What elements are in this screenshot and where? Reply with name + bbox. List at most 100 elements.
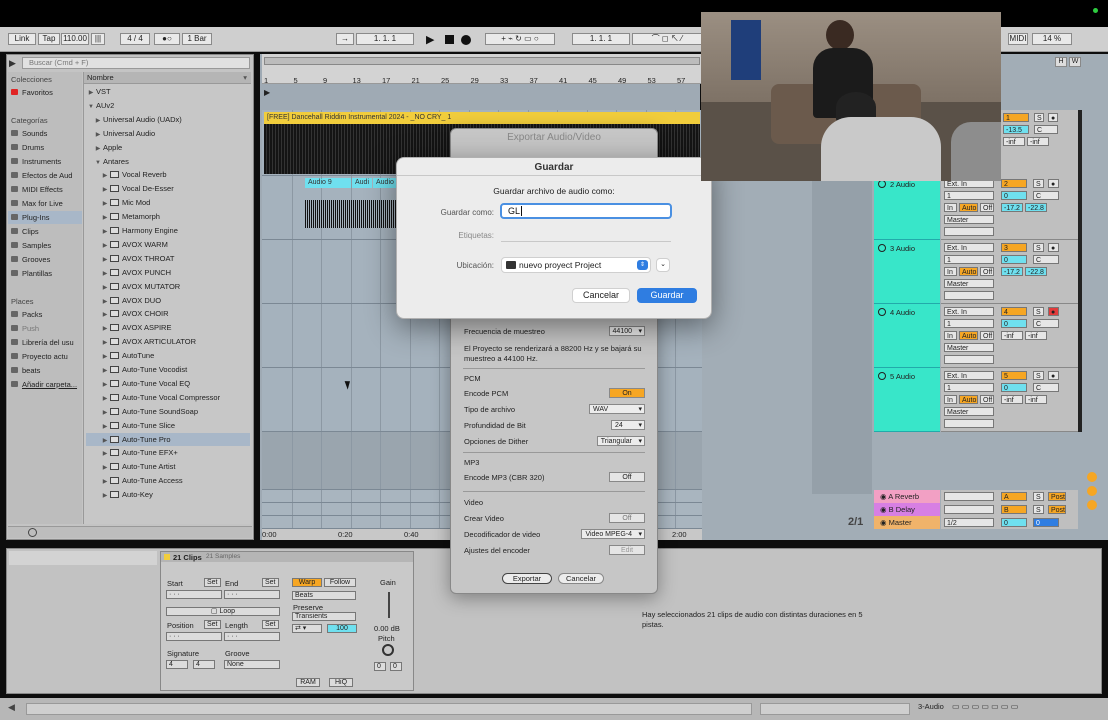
- collapsed-triangle-icon[interactable]: ▶: [100, 462, 110, 474]
- gain-slider[interactable]: [388, 592, 390, 618]
- collapsed-triangle-icon[interactable]: ▶: [93, 129, 103, 141]
- file-item[interactable]: ▶ Auto-Tune Vocal EQ: [86, 377, 250, 391]
- solo-button[interactable]: S: [1033, 492, 1044, 501]
- status-left-icon[interactable]: ◀: [8, 702, 15, 713]
- input-type-select[interactable]: Ext. In: [944, 371, 994, 380]
- input-channel-select[interactable]: 1: [944, 319, 994, 328]
- collapsed-triangle-icon[interactable]: ▶: [100, 198, 110, 210]
- collapsed-triangle-icon[interactable]: ▶: [100, 337, 110, 349]
- file-type-select[interactable]: WAV: [589, 404, 645, 414]
- file-item[interactable]: ▶ AVOX THROAT: [86, 252, 250, 266]
- end-field[interactable]: · · ·: [224, 590, 280, 599]
- file-item[interactable]: ▶ VST: [86, 85, 250, 99]
- file-item[interactable]: ▶ Auto-Tune Vocodist: [86, 363, 250, 377]
- h-toggle[interactable]: H: [1055, 57, 1067, 67]
- name-column-header[interactable]: Nombre ▾: [84, 72, 251, 84]
- output-channel[interactable]: [944, 419, 994, 428]
- file-item[interactable]: ▶ Harmony Engine: [86, 224, 250, 238]
- collapsed-triangle-icon[interactable]: ▶: [100, 212, 110, 224]
- master-output-select[interactable]: 1/2: [944, 518, 994, 527]
- place-current-project[interactable]: Proyecto actu: [11, 350, 81, 363]
- w-toggle[interactable]: W: [1069, 57, 1081, 67]
- file-item[interactable]: ▶ Auto-Tune EFX+: [86, 446, 250, 460]
- sidebar-item-sounds[interactable]: Sounds: [11, 127, 81, 140]
- save-as-input[interactable]: GL: [500, 203, 672, 219]
- browser-toggle-icon[interactable]: ▶: [9, 58, 16, 69]
- sidebar-item-midi-effects[interactable]: MIDI Effects: [11, 183, 81, 196]
- send-a[interactable]: -17.2: [1001, 203, 1023, 212]
- collapsed-triangle-icon[interactable]: ▶: [100, 296, 110, 308]
- loop-button[interactable]: ▢ Loop: [166, 607, 280, 616]
- return-output[interactable]: [944, 505, 994, 514]
- loop-marker-icon[interactable]: ▶: [264, 88, 270, 97]
- metronome-icon[interactable]: |||: [91, 33, 105, 45]
- output-select[interactable]: Master: [944, 215, 994, 224]
- sidebar-item-plug-ins[interactable]: Plug-Ins: [8, 211, 82, 224]
- collapsed-triangle-icon[interactable]: ▶: [93, 115, 103, 127]
- file-item[interactable]: ▶ Auto-Tune Access: [86, 474, 250, 488]
- file-item[interactable]: ▶ Vocal Reverb: [86, 168, 250, 182]
- record-mode-icon[interactable]: ●○: [154, 33, 180, 45]
- file-item[interactable]: ▶ Apple: [86, 141, 250, 155]
- monitor-auto-button[interactable]: Auto: [959, 203, 978, 212]
- signature-numerator[interactable]: 4: [166, 660, 188, 669]
- return-output[interactable]: [944, 492, 994, 501]
- arm-button[interactable]: ●: [1048, 179, 1059, 188]
- sidebar-item-favoritos[interactable]: Favoritos: [11, 86, 81, 99]
- expand-chevron-icon[interactable]: ⌄: [656, 258, 670, 272]
- play-icon[interactable]: ▶: [426, 33, 434, 46]
- track-activator[interactable]: 5: [1001, 371, 1027, 380]
- monitor-in-button[interactable]: In: [944, 267, 957, 276]
- file-item[interactable]: ▶ Auto-Tune Artist: [86, 460, 250, 474]
- position-field[interactable]: 1. 1. 1: [356, 33, 414, 45]
- link-button[interactable]: Link: [8, 33, 36, 45]
- collapsed-triangle-icon[interactable]: ▶: [100, 282, 110, 294]
- sample-rate-select[interactable]: 44100: [608, 326, 645, 336]
- record-icon[interactable]: [461, 35, 471, 45]
- collapsed-triangle-icon[interactable]: ▶: [100, 170, 110, 182]
- file-item[interactable]: ▶ Mic Mod: [86, 196, 250, 210]
- post-button[interactable]: Post: [1048, 492, 1066, 501]
- send-b[interactable]: -22.8: [1025, 203, 1047, 212]
- pitch-knob[interactable]: [382, 644, 394, 656]
- solo-button[interactable]: S: [1033, 505, 1044, 514]
- sidebar-item-max-for-live[interactable]: Max for Live: [11, 197, 81, 210]
- clip-dancehall-riddim[interactable]: [FREE] Dancehall Riddim Instrumental 202…: [264, 112, 700, 124]
- arm-button[interactable]: ●: [1048, 307, 1059, 316]
- edit-encoder-button[interactable]: Edit: [609, 545, 645, 555]
- create-video-toggle[interactable]: Off: [609, 513, 645, 523]
- track-1-send-b[interactable]: -inf: [1027, 137, 1049, 146]
- file-item[interactable]: ▶ Auto-Tune Pro: [86, 432, 250, 447]
- monitor-auto-button[interactable]: Auto: [959, 331, 978, 340]
- sidebar-item-audio-effects[interactable]: Efectos de Aud: [11, 169, 81, 182]
- add-folder-link[interactable]: Añadir carpeta...: [11, 378, 81, 391]
- length-set-button[interactable]: Set: [262, 620, 279, 629]
- track-header[interactable]: 4 Audio: [874, 304, 940, 368]
- encode-mp3-toggle[interactable]: Off: [609, 472, 645, 482]
- loop-start-field[interactable]: 1. 1. 1: [572, 33, 630, 45]
- track-fold-icon[interactable]: [878, 308, 886, 316]
- sidebar-item-instruments[interactable]: Instruments: [11, 155, 81, 168]
- tap-button[interactable]: Tap: [38, 33, 60, 45]
- track-fold-icon[interactable]: [878, 244, 886, 252]
- draw-tools[interactable]: ⌒ ◻ ↖ ⁄: [632, 33, 702, 45]
- pitch-cents[interactable]: 0: [390, 662, 402, 671]
- return-track-header[interactable]: ◉ A Reverb: [874, 490, 940, 503]
- send-b[interactable]: -22.8: [1025, 267, 1047, 276]
- sidebar-item-plantillas[interactable]: Plantillas: [11, 267, 81, 280]
- transient-envelope-field[interactable]: 100: [327, 624, 357, 633]
- collapsed-triangle-icon[interactable]: ▶: [100, 476, 110, 488]
- monitor-in-button[interactable]: In: [944, 395, 957, 404]
- output-channel[interactable]: [944, 355, 994, 364]
- collapsed-triangle-icon[interactable]: ▶: [100, 365, 110, 377]
- track-fold-icon[interactable]: [878, 180, 886, 188]
- position-set-button[interactable]: Set: [204, 620, 221, 629]
- hiq-button[interactable]: HiQ: [329, 678, 353, 687]
- position-field[interactable]: · · ·: [166, 632, 222, 641]
- time-signature-field[interactable]: 4 / 4: [120, 33, 150, 45]
- input-type-select[interactable]: Ext. In: [944, 243, 994, 252]
- collapsed-triangle-icon[interactable]: ▶: [100, 351, 110, 363]
- file-item[interactable]: ▶ Universal Audio (UADx): [86, 113, 250, 127]
- file-item[interactable]: ▶ AVOX PUNCH: [86, 266, 250, 280]
- track-header[interactable]: 5 Audio: [874, 368, 940, 432]
